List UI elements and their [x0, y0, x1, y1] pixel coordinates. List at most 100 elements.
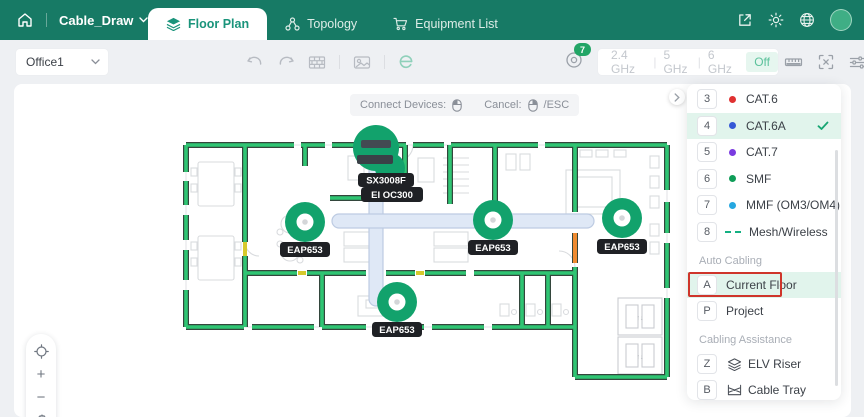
mesh-dashed-line-icon — [725, 230, 741, 233]
cart-icon — [393, 17, 408, 31]
toolbar-divider — [384, 55, 385, 69]
app-header: Cable_Draw Floor Plan Topology Equipment… — [0, 0, 864, 40]
switch-thumbnail — [361, 140, 391, 148]
background-image-icon[interactable] — [353, 55, 371, 70]
cable-color-dot — [729, 148, 736, 156]
share-export-icon[interactable] — [737, 12, 753, 28]
panel-scrollbar[interactable] — [835, 150, 838, 386]
cable-draw-tool-icon[interactable] — [398, 54, 414, 70]
floor-select[interactable]: Office1 — [16, 49, 108, 75]
shortcut-key: P — [697, 301, 717, 321]
cable-type-cat7[interactable]: 5 CAT.7 — [687, 139, 841, 166]
section-title-cabling-assistance: Cabling Assistance — [699, 334, 792, 346]
header-divider — [46, 13, 47, 27]
band-off-button[interactable]: Off — [746, 52, 779, 72]
tab-label: Equipment List — [415, 17, 498, 31]
auto-cabling-current-floor[interactable]: A Current Floor — [687, 272, 841, 298]
shortcut-key: A — [697, 275, 717, 295]
shortcut-key: 6 — [697, 168, 717, 189]
wifi-band-switch: 2.4 GHz | 5 GHz | 6 GHz Off — [598, 48, 779, 76]
pan-hand-icon[interactable] — [31, 411, 51, 417]
band-6ghz[interactable]: 6 GHz — [701, 48, 742, 76]
settings-sliders-icon[interactable] — [849, 55, 864, 70]
toolbar-divider — [339, 55, 340, 69]
band-2-4ghz[interactable]: 2.4 GHz — [604, 48, 653, 76]
cabling-assistance-elv-riser[interactable]: Z ELV Riser — [687, 351, 841, 377]
zoom-out-button[interactable]: − — [31, 388, 51, 406]
topology-icon — [285, 17, 300, 31]
chevron-down-icon — [91, 59, 100, 65]
cable-color-dot — [729, 175, 736, 183]
band-5ghz[interactable]: 5 GHz — [656, 48, 697, 76]
floor-select-value: Office1 — [26, 55, 64, 69]
ruler-icon[interactable] — [784, 55, 803, 69]
cable-type-label: Mesh/Wireless — [749, 224, 828, 239]
locate-icon[interactable] — [31, 342, 51, 360]
connect-hint-bar: Connect Devices: Cancel: /ESC — [350, 94, 580, 116]
clear-selection-icon[interactable] — [818, 54, 834, 70]
user-avatar[interactable] — [830, 9, 852, 31]
controller-thumbnail — [357, 155, 393, 164]
device-count-badge: 7 — [574, 43, 591, 56]
header-actions — [737, 0, 852, 40]
shortcut-key: B — [697, 380, 717, 400]
cable-type-cat6a[interactable]: 4 CAT.6A — [687, 112, 841, 139]
shortcut-key: 5 — [697, 142, 717, 163]
cable-color-dot — [729, 201, 736, 209]
item-label: Current Floor — [726, 278, 797, 292]
shortcut-key: 3 — [697, 89, 717, 110]
panel-collapse-button[interactable] — [669, 89, 685, 105]
project-name: Cable_Draw — [59, 12, 134, 28]
cable-color-dot — [729, 122, 736, 130]
item-label: Cable Tray — [748, 383, 807, 397]
edit-tools — [246, 48, 414, 76]
wall-tool-icon[interactable] — [308, 55, 326, 70]
access-point[interactable]: EAP653 — [468, 200, 518, 255]
item-label: ELV Riser — [748, 357, 802, 371]
esc-hint-label: /ESC — [543, 99, 570, 111]
cable-type-cat6[interactable]: 3 CAT.6 — [687, 86, 841, 113]
access-point[interactable]: EAP653 — [280, 202, 330, 257]
home-icon[interactable] — [16, 11, 34, 29]
zoom-in-button[interactable]: + — [31, 365, 51, 383]
elevator-shafts: ↑↓ ↑↓ — [617, 297, 663, 375]
svg-text:EAP653: EAP653 — [287, 245, 322, 256]
layers-icon — [166, 17, 181, 31]
svg-text:EAP653: EAP653 — [379, 325, 414, 336]
mouse-right-click-icon — [527, 98, 538, 112]
shortcut-key: 8 — [697, 221, 717, 242]
cable-type-label: CAT.7 — [746, 145, 778, 160]
view-tools — [784, 48, 864, 76]
tab-label: Floor Plan — [188, 17, 250, 31]
main-tabs: Floor Plan Topology Equipment List — [148, 0, 516, 40]
svg-text:EAP653: EAP653 — [475, 243, 510, 254]
project-name-dropdown[interactable]: Cable_Draw — [59, 12, 149, 28]
tab-label: Topology — [307, 17, 358, 31]
cable-type-label: MMF (OM3/OM4) — [746, 198, 840, 213]
tab-topology[interactable]: Topology — [267, 8, 375, 40]
device-cluster[interactable]: SX3008F EI OC300 — [353, 125, 423, 202]
tab-equipment-list[interactable]: Equipment List — [375, 8, 516, 40]
shortcut-key: 7 — [697, 195, 717, 216]
undo-icon[interactable] — [246, 54, 264, 70]
cable-type-label: SMF — [746, 171, 772, 186]
cable-type-mmf[interactable]: 7 MMF (OM3/OM4) — [687, 192, 841, 219]
access-point[interactable]: EAP653 — [597, 198, 647, 254]
shortcut-key: 4 — [697, 115, 717, 136]
cable-type-smf[interactable]: 6 SMF — [687, 166, 841, 193]
cabling-assistance-cable-tray[interactable]: B Cable Tray — [687, 377, 841, 403]
redo-icon[interactable] — [277, 54, 295, 70]
language-globe-icon[interactable] — [799, 12, 815, 28]
tab-floor-plan[interactable]: Floor Plan — [148, 8, 268, 40]
shortcut-key: Z — [697, 354, 717, 374]
cable-type-mesh-wireless[interactable]: 8 Mesh/Wireless — [687, 219, 841, 246]
section-title-auto-cabling: Auto Cabling — [699, 255, 762, 267]
svg-text:EAP653: EAP653 — [604, 242, 639, 253]
building-underlay — [185, 144, 668, 378]
cable-color-dot — [729, 95, 736, 103]
app-window: Cable_Draw Floor Plan Topology Equipment… — [0, 0, 864, 417]
theme-brightness-icon[interactable] — [768, 12, 784, 28]
cancel-hint-label: Cancel: — [484, 99, 522, 111]
cable-type-label: CAT.6A — [746, 118, 786, 133]
auto-cabling-project[interactable]: P Project — [687, 298, 841, 324]
